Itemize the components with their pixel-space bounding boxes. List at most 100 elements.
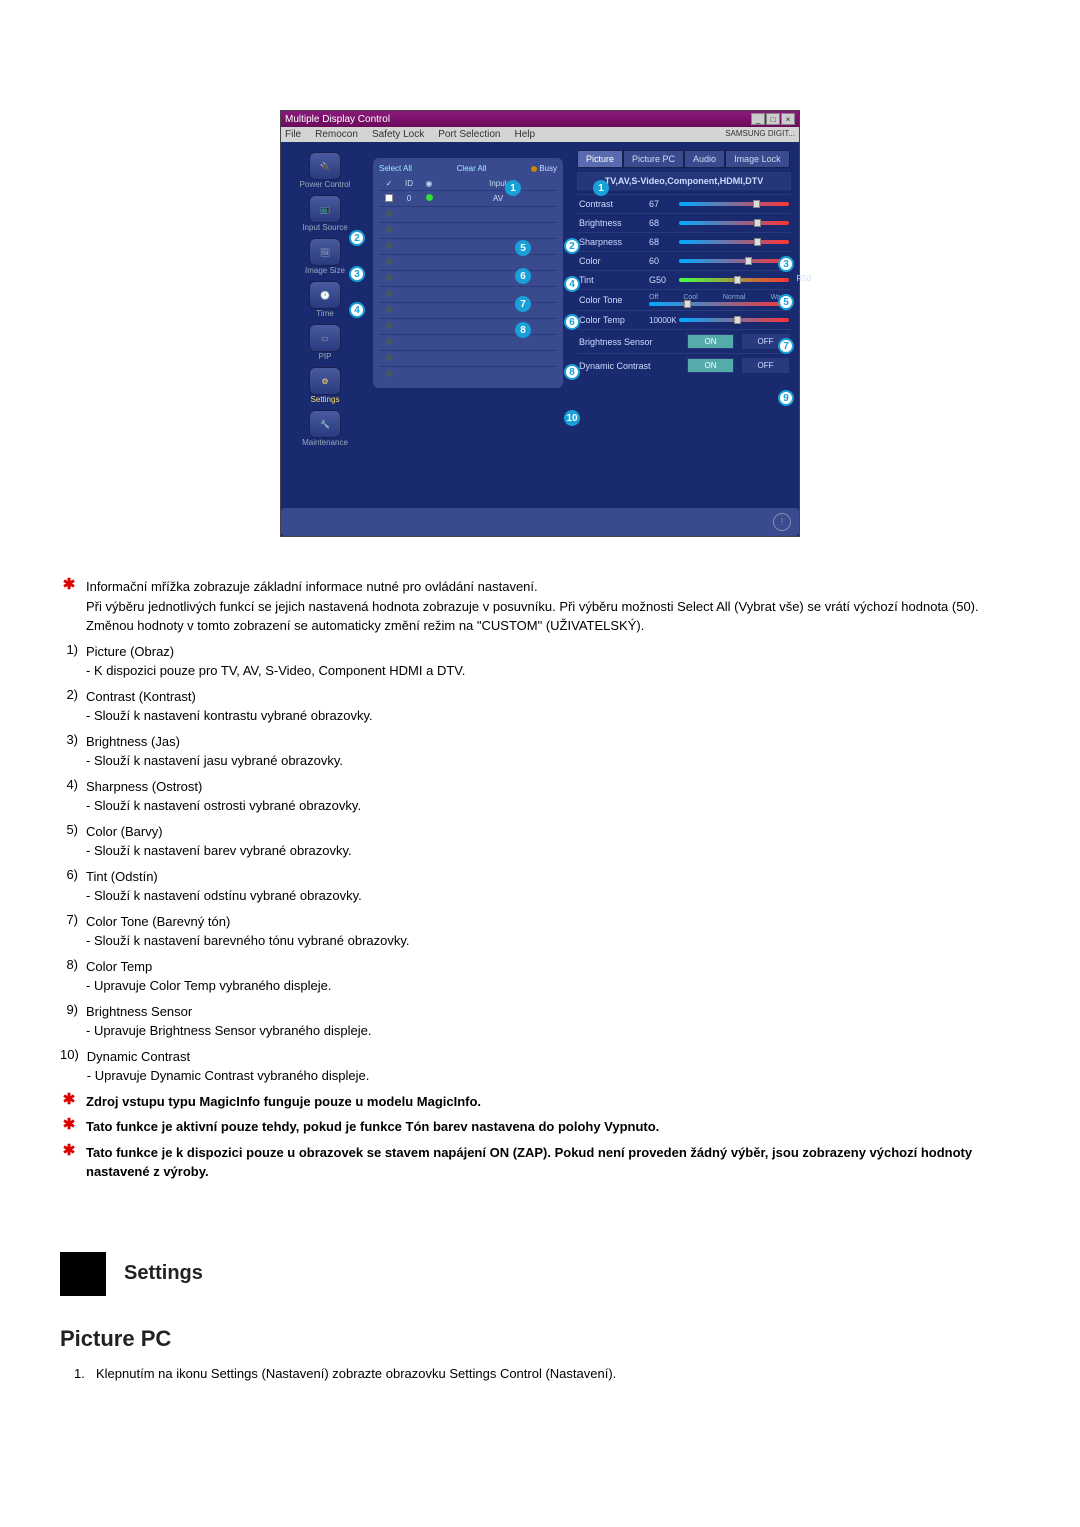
section-heading: Settings bbox=[60, 1252, 1020, 1296]
sidebar-item-time[interactable]: 🕐Time bbox=[295, 281, 355, 318]
settings-icon: ⚙ bbox=[309, 367, 341, 395]
sharpness-value: 68 bbox=[649, 237, 679, 247]
grid-row[interactable] bbox=[379, 222, 557, 238]
numbered-item: 6)Tint (Odstín)- Slouží k nastavení odst… bbox=[60, 867, 1020, 906]
item-number: 6) bbox=[60, 867, 78, 906]
tab-picture[interactable]: Picture bbox=[577, 150, 623, 168]
callout-bubble: 5 bbox=[515, 240, 531, 256]
menu-portselection[interactable]: Port Selection bbox=[438, 129, 500, 140]
row-input: AV bbox=[439, 194, 557, 203]
time-icon: 🕐 bbox=[309, 281, 341, 309]
callout-bubble: 6 bbox=[564, 314, 580, 330]
contrast-slider[interactable] bbox=[679, 202, 789, 206]
sidebar-item-maintenance[interactable]: 🔧Maintenance bbox=[295, 410, 355, 447]
sidebar-item-input[interactable]: 📺Input Source bbox=[295, 195, 355, 232]
grid-row[interactable] bbox=[379, 206, 557, 222]
menu-help[interactable]: Help bbox=[514, 129, 535, 140]
tab-image-lock[interactable]: Image Lock bbox=[725, 150, 790, 168]
info-icon[interactable]: ! bbox=[773, 513, 791, 531]
callout-bubble: 5 bbox=[778, 294, 794, 310]
star-icon: ✱ bbox=[60, 1143, 78, 1158]
item-number: 4) bbox=[60, 777, 78, 816]
sharpness-label: Sharpness bbox=[579, 237, 649, 247]
callout-bubble: 10 bbox=[564, 410, 580, 426]
intro-text: Informační mřížka zobrazuje základní inf… bbox=[86, 577, 1020, 636]
item-desc: - Upravuje Brightness Sensor vybraného d… bbox=[86, 1021, 1020, 1041]
footer-bar: ! bbox=[281, 508, 799, 536]
color-value: 60 bbox=[649, 256, 679, 266]
numbered-item: 2)Contrast (Kontrast)- Slouží k nastaven… bbox=[60, 687, 1020, 726]
maximize-icon[interactable]: □ bbox=[766, 113, 780, 125]
tint-label: Tint bbox=[579, 275, 649, 285]
contrast-row: Contrast 67 bbox=[577, 194, 791, 213]
color-slider[interactable] bbox=[679, 259, 789, 263]
dynamic-contrast-off-button[interactable]: OFF bbox=[742, 358, 789, 373]
sidebar-item-settings[interactable]: ⚙Settings bbox=[295, 367, 355, 404]
dynamic-contrast-on-button[interactable]: ON bbox=[687, 358, 734, 373]
intro-line-2: Při výběru jednotlivých funkcí se jejich… bbox=[86, 599, 979, 634]
item-title: Brightness Sensor bbox=[86, 1002, 1020, 1022]
tab-picture-pc[interactable]: Picture PC bbox=[623, 150, 684, 168]
colortone-slider[interactable] bbox=[649, 302, 789, 306]
section-block-icon bbox=[60, 1252, 106, 1296]
callout-bubble: 2 bbox=[349, 230, 365, 246]
close-icon[interactable]: × bbox=[781, 113, 795, 125]
item-number: 7) bbox=[60, 912, 78, 951]
item-title: Picture (Obraz) bbox=[86, 642, 1020, 662]
panel-header: TV,AV,S-Video,Component,HDMI,DTV bbox=[577, 172, 791, 190]
numbered-item: 5)Color (Barvy)- Slouží k nastavení bare… bbox=[60, 822, 1020, 861]
callout-bubble: 3 bbox=[778, 256, 794, 272]
titlebar: Multiple Display Control _ □ × bbox=[281, 111, 799, 127]
item-title: Color Tone (Barevný tón) bbox=[86, 912, 1020, 932]
minimize-icon[interactable]: _ bbox=[751, 113, 765, 125]
callout-bubble: 9 bbox=[778, 390, 794, 406]
item-title: Sharpness (Ostrost) bbox=[86, 777, 1020, 797]
clear-all-button[interactable]: Clear All bbox=[457, 164, 487, 173]
menu-remocon[interactable]: Remocon bbox=[315, 129, 358, 140]
tab-audio[interactable]: Audio bbox=[684, 150, 725, 168]
grid-row[interactable]: 0 AV bbox=[379, 190, 557, 206]
brightness-row: Brightness 68 bbox=[577, 213, 791, 232]
star-note: ✱Zdroj vstupu typu MagicInfo funguje pou… bbox=[60, 1092, 1020, 1112]
item-desc: - Slouží k nastavení barevného tónu vybr… bbox=[86, 931, 1020, 951]
colortemp-slider[interactable] bbox=[679, 318, 789, 322]
item-desc: - Slouží k nastavení jasu vybrané obrazo… bbox=[86, 751, 1020, 771]
sidebar-item-pip[interactable]: ▭PIP bbox=[295, 324, 355, 361]
brightness-sensor-on-button[interactable]: ON bbox=[687, 334, 734, 349]
sidebar: 🔌Power Control 📺Input Source 🖼Image Size… bbox=[281, 142, 369, 502]
menu-safetylock[interactable]: Safety Lock bbox=[372, 129, 424, 140]
tint-slider[interactable] bbox=[679, 278, 789, 282]
item-number: 5) bbox=[60, 822, 78, 861]
grid-row[interactable] bbox=[379, 334, 557, 350]
star-note: ✱Tato funkce je aktivní pouze tehdy, pok… bbox=[60, 1117, 1020, 1137]
sharpness-slider[interactable] bbox=[679, 240, 789, 244]
brightness-sensor-label: Brightness Sensor bbox=[579, 337, 679, 347]
col-check-icon: ✓ bbox=[379, 179, 399, 188]
item-desc: - Upravuje Color Temp vybraného displeje… bbox=[86, 976, 1020, 996]
select-all-button[interactable]: Select All bbox=[379, 164, 412, 173]
tint-left-value: G50 bbox=[649, 275, 679, 285]
col-status-icon: ◉ bbox=[419, 179, 439, 188]
menu-file[interactable]: File bbox=[285, 129, 301, 140]
item-number: 3) bbox=[60, 732, 78, 771]
sidebar-item-imagesize[interactable]: 🖼Image Size bbox=[295, 238, 355, 275]
star-note-text: Tato funkce je aktivní pouze tehdy, poku… bbox=[86, 1117, 1020, 1137]
item-desc: - Slouží k nastavení kontrastu vybrané o… bbox=[86, 706, 1020, 726]
brightness-slider[interactable] bbox=[679, 221, 789, 225]
col-input: Input bbox=[439, 179, 557, 188]
menubar: File Remocon Safety Lock Port Selection … bbox=[281, 127, 799, 142]
row-checkbox[interactable] bbox=[385, 194, 393, 202]
colortemp-value: 10000K bbox=[649, 316, 679, 325]
grid-row[interactable] bbox=[379, 350, 557, 366]
item-desc: - Slouží k nastavení barev vybrané obraz… bbox=[86, 841, 1020, 861]
sidebar-item-power[interactable]: 🔌Power Control bbox=[295, 152, 355, 189]
grid-row[interactable] bbox=[379, 254, 557, 270]
grid-row[interactable] bbox=[379, 286, 557, 302]
pip-icon: ▭ bbox=[309, 324, 341, 352]
grid-row[interactable] bbox=[379, 366, 557, 382]
item-desc: - Slouží k nastavení ostrosti vybrané ob… bbox=[86, 796, 1020, 816]
col-id: ID bbox=[399, 179, 419, 188]
item-number: 8) bbox=[60, 957, 78, 996]
sidebar-item-label: Time bbox=[316, 309, 333, 318]
subsection-title: Picture PC bbox=[60, 1326, 1020, 1352]
